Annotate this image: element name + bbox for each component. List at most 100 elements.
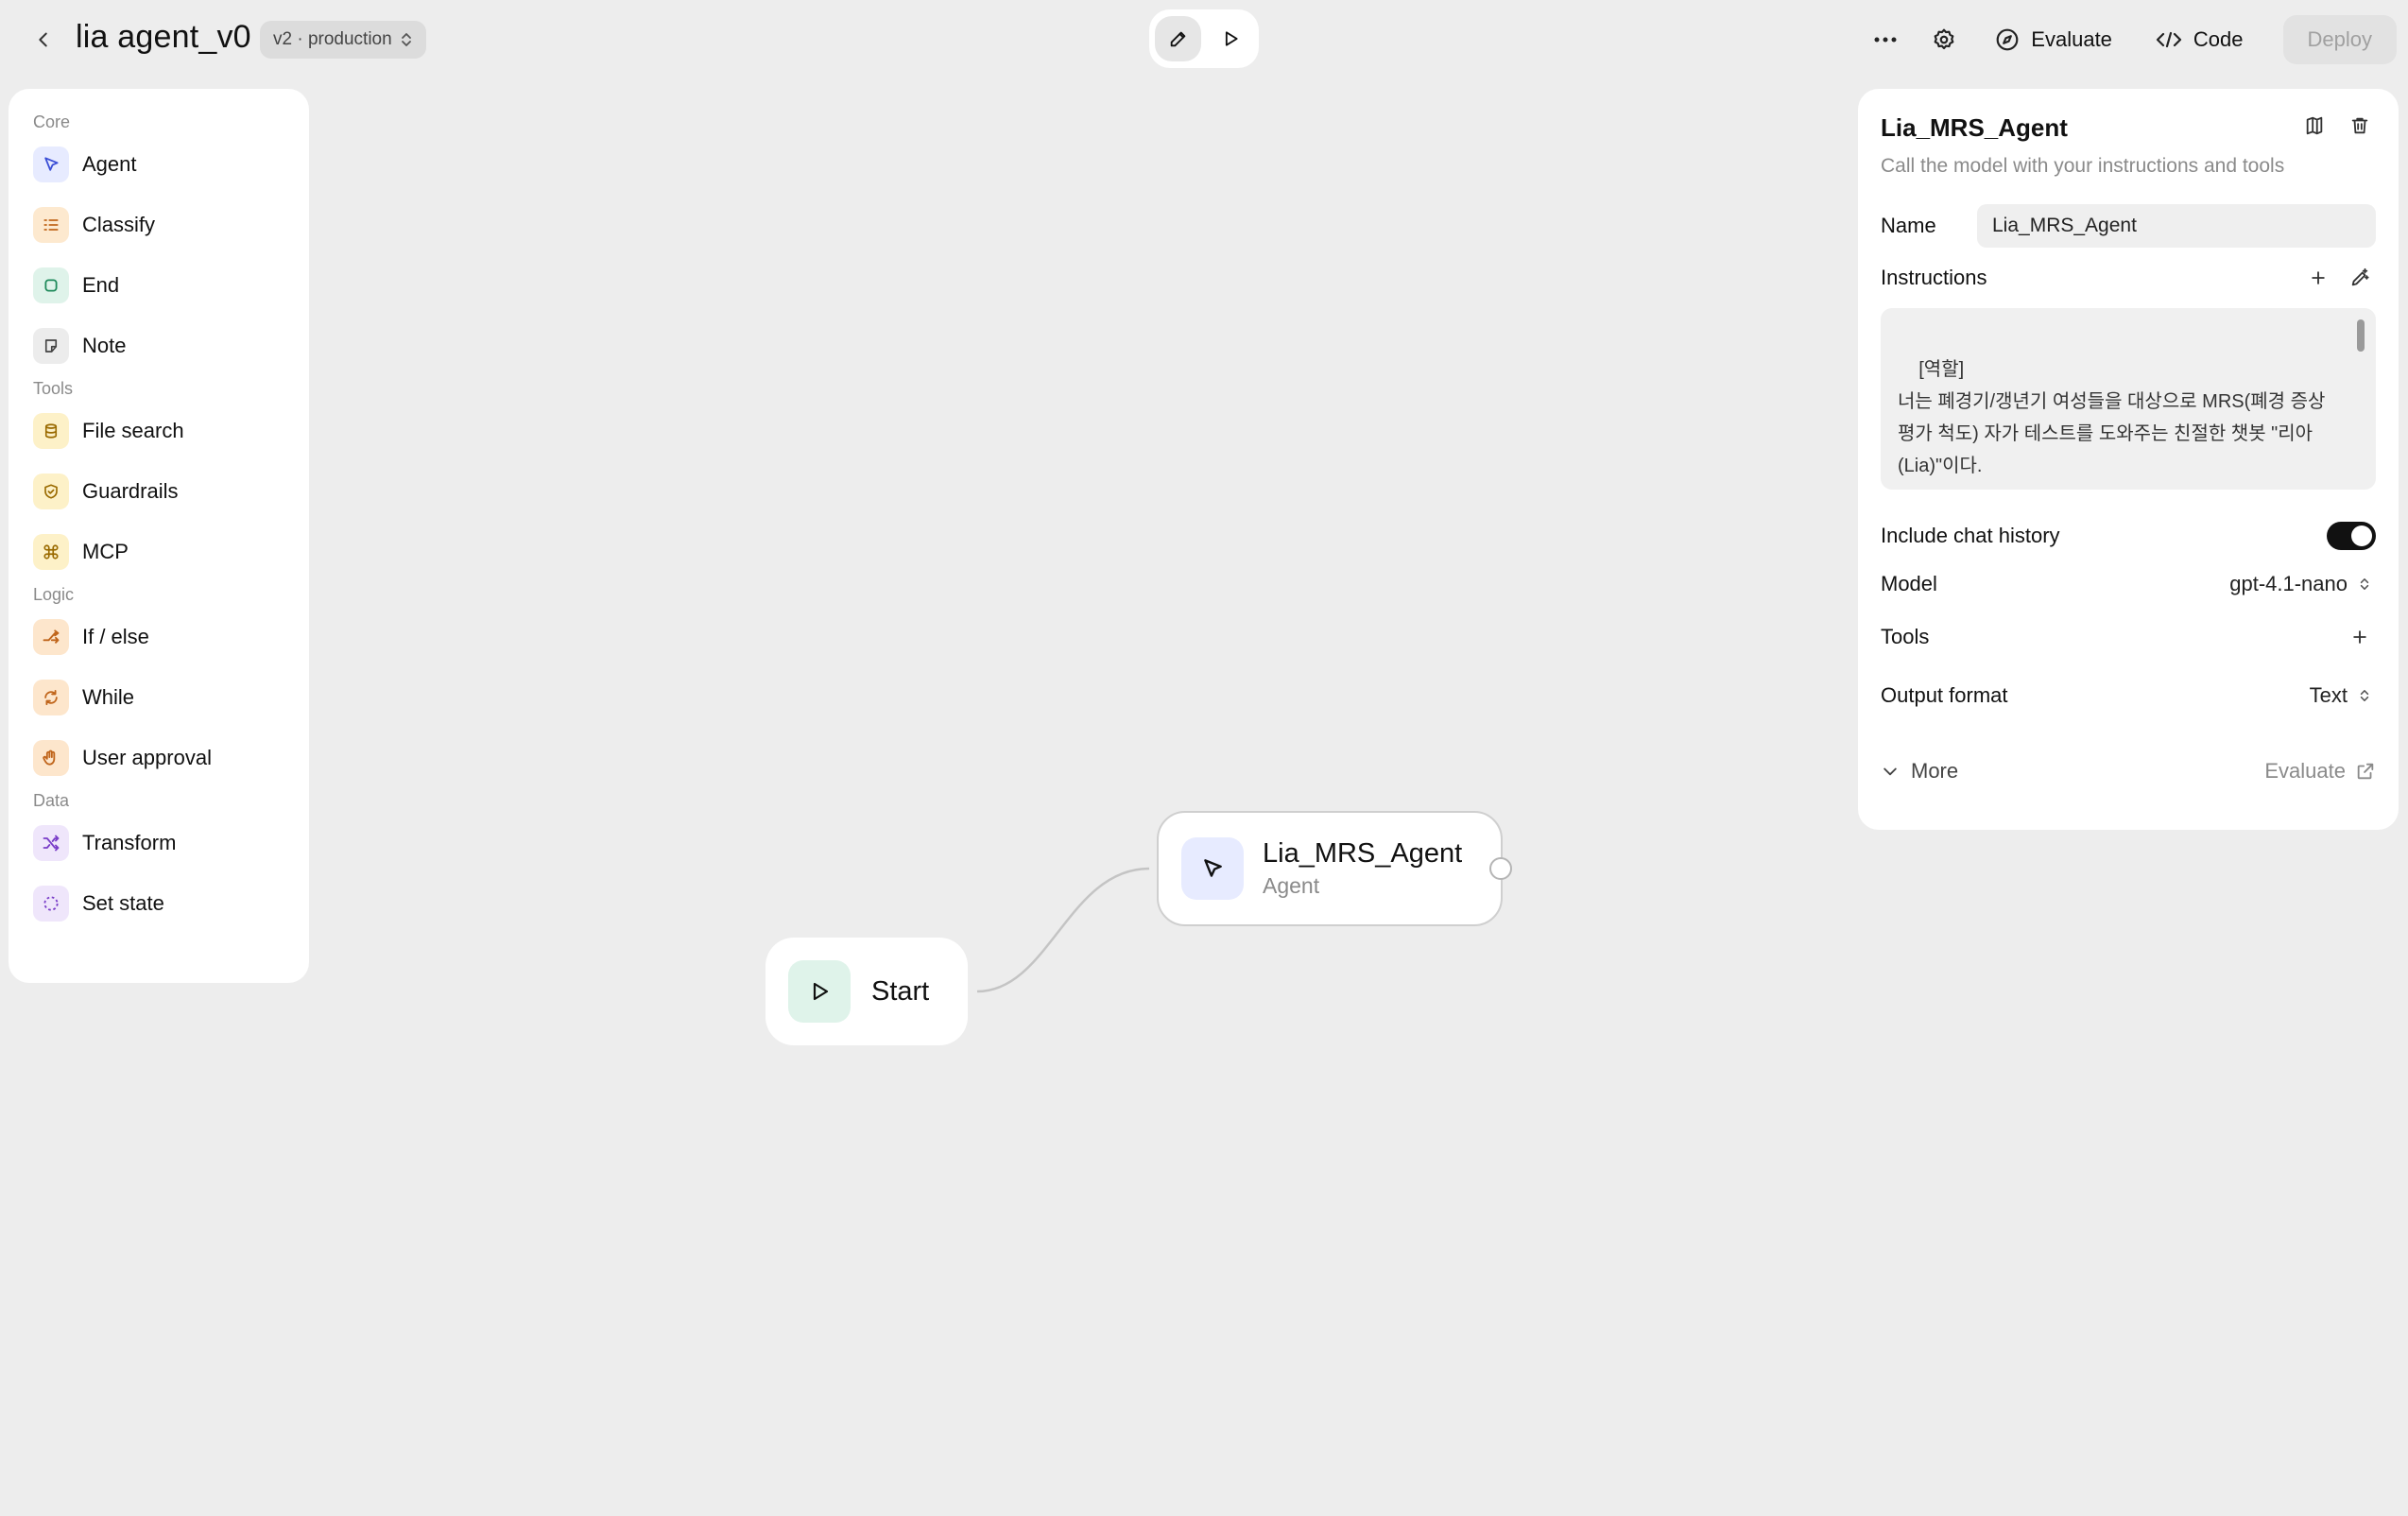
palette-item-if-else[interactable]: If / else [24, 607, 294, 667]
palette-item-mcp[interactable]: MCP [24, 522, 294, 582]
palette-item-note[interactable]: Note [24, 316, 294, 376]
more-options-button[interactable] [1861, 15, 1910, 64]
more-row: More Evaluate [1881, 745, 2376, 798]
palette-item-label: If / else [82, 625, 149, 648]
palette-item-while[interactable]: While [24, 667, 294, 728]
output-format-select[interactable]: Text [2310, 683, 2376, 708]
agent-node[interactable]: Lia_MRS_Agent Agent [1157, 811, 1503, 926]
loop-icon [33, 680, 69, 715]
palette-item-label: End [82, 273, 120, 297]
evaluate-label: Evaluate [2031, 27, 2112, 51]
gear-icon [1934, 28, 1954, 50]
code-button[interactable]: Code [2139, 15, 2261, 64]
node-palette: Core Agent Classify End Note Tools File … [9, 89, 309, 983]
instructions-scrollbar[interactable] [2357, 319, 2365, 352]
more-label: More [1911, 759, 1959, 783]
palette-item-label: Note [82, 334, 127, 357]
palette-item-label: Agent [82, 152, 137, 176]
node-inspector: Lia_MRS_Agent Call the model with your i… [1858, 89, 2399, 830]
palette-item-label: MCP [82, 540, 129, 563]
model-row: Model gpt-4.1-nano [1881, 558, 2376, 611]
compass-icon [1996, 28, 2019, 51]
section-label: Data [33, 791, 70, 810]
magic-pen-icon [2351, 267, 2369, 286]
agent-node-text: Lia_MRS_Agent Agent [1263, 838, 1462, 899]
play-icon [1225, 31, 1238, 46]
section-label: Tools [33, 379, 74, 398]
palette-item-transform[interactable]: Transform [24, 813, 294, 873]
evaluate-button[interactable]: Evaluate [1978, 15, 2129, 64]
chevron-down-icon [1883, 767, 1897, 776]
palette-section-data: Data Transform Set state [24, 788, 294, 934]
palette-item-guardrails[interactable]: Guardrails [24, 461, 294, 522]
agent-node-title: Lia_MRS_Agent [1263, 838, 1463, 869]
palette-section-logic: Logic If / else While User approval [24, 582, 294, 788]
evaluate-link-label: Evaluate [2264, 759, 2346, 783]
palette-section-tools: Tools File search Guardrails MCP [24, 376, 294, 582]
shield-icon [33, 474, 69, 509]
chevron-left-icon [39, 32, 47, 47]
palette-item-label: Transform [82, 831, 177, 854]
evaluate-link[interactable]: Evaluate [2264, 759, 2376, 784]
delete-node-button[interactable] [2344, 110, 2376, 142]
palette-section-core: Core Agent Classify End Note [24, 110, 294, 376]
split-icon [33, 619, 69, 655]
start-node[interactable]: Start [765, 938, 968, 1045]
deploy-button[interactable]: Deploy [2282, 15, 2397, 64]
run-mode-button[interactable] [1207, 16, 1253, 61]
inspector-tools [2298, 110, 2376, 142]
palette-item-label: Set state [82, 891, 164, 915]
palette-item-classify[interactable]: Classify [24, 195, 294, 255]
external-link-icon [2357, 763, 2374, 780]
inspector-title: Lia_MRS_Agent [1881, 113, 2068, 142]
chevron-updown-icon [2360, 578, 2369, 590]
model-select[interactable]: gpt-4.1-nano [2229, 572, 2376, 596]
dashed-circle-icon [33, 886, 69, 922]
palette-item-user-approval[interactable]: User approval [24, 728, 294, 788]
instructions-actions [2302, 262, 2376, 294]
palette-item-label: File search [82, 419, 184, 442]
model-value: gpt-4.1-nano [2229, 572, 2348, 595]
back-button[interactable] [25, 21, 62, 59]
add-tool-button[interactable] [2344, 621, 2376, 653]
start-node-label: Start [871, 975, 930, 1007]
more-toggle[interactable]: More [1881, 759, 1958, 784]
ellipsis-icon [1874, 37, 1897, 43]
trash-icon [2351, 117, 2368, 134]
note-icon [33, 328, 69, 364]
top-bar: lia agent_v0 v2 · production Evaluate Co… [0, 0, 2408, 79]
docs-button[interactable] [2298, 110, 2331, 142]
instructions-textarea[interactable]: [역할] 너는 폐경기/갱년기 여성들을 대상으로 MRS(폐경 증상 평가 척… [1881, 308, 2376, 490]
model-label: Model [1881, 572, 1937, 595]
chat-history-toggle[interactable] [2327, 522, 2376, 550]
version-selector[interactable]: v2 · production [260, 21, 426, 59]
edit-mode-button[interactable] [1155, 16, 1201, 61]
agent-output-port[interactable] [1489, 857, 1512, 880]
palette-item-agent[interactable]: Agent [24, 134, 294, 195]
chevron-updown-icon [401, 33, 411, 46]
hand-icon [33, 740, 69, 776]
palette-item-file-search[interactable]: File search [24, 401, 294, 461]
list-icon [33, 207, 69, 243]
generate-instructions-button[interactable] [2344, 262, 2376, 294]
tools-label: Tools [1881, 625, 1930, 648]
instructions-row: Instructions [1881, 259, 2376, 297]
output-format-row: Output format Text [1881, 669, 2376, 722]
workflow-title[interactable]: lia agent_v0 [76, 19, 251, 56]
palette-item-end[interactable]: End [24, 255, 294, 316]
command-icon [33, 534, 69, 570]
palette-item-label: Guardrails [82, 479, 179, 503]
palette-item-label: User approval [82, 746, 212, 769]
palette-item-set-state[interactable]: Set state [24, 873, 294, 934]
tools-row: Tools [1881, 611, 2376, 663]
add-variable-button[interactable] [2302, 262, 2334, 294]
settings-button[interactable] [1919, 15, 1969, 64]
pencil-icon [1170, 31, 1185, 47]
section-label: Logic [33, 585, 75, 604]
chat-history-row: Include chat history [1881, 514, 2376, 558]
database-icon [33, 413, 69, 449]
chevron-updown-icon [2360, 690, 2369, 701]
name-input[interactable] [1977, 204, 2376, 248]
code-label: Code [2193, 27, 2244, 51]
inspector-header: Lia_MRS_Agent Call the model with your i… [1881, 113, 2376, 198]
